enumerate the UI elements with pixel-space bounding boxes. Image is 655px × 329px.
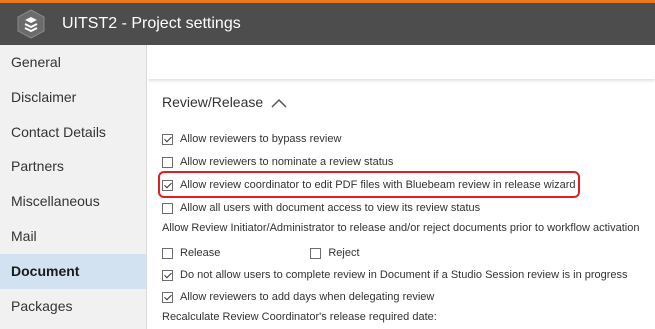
checkbox[interactable] <box>162 269 173 281</box>
option-bypass-review[interactable]: Allow reviewers to bypass review <box>162 133 341 145</box>
option-label: Allow Review Initiator/Administrator to … <box>162 222 640 234</box>
option-label: Allow all users with document access to … <box>180 202 481 214</box>
option-label: Do not allow users to complete review in… <box>180 269 628 281</box>
option-label: Allow reviewers to bypass review <box>180 133 342 145</box>
panel-header-strip <box>148 45 655 79</box>
sidebar-item-partners[interactable]: Partners <box>0 149 146 184</box>
section-header-review-release[interactable]: Review/Release <box>162 94 287 110</box>
checkbox[interactable] <box>162 156 173 168</box>
checkbox[interactable] <box>162 202 173 214</box>
option-release[interactable]: Release <box>162 247 220 259</box>
checkbox[interactable] <box>162 291 173 303</box>
option-view-review-status[interactable]: Allow all users with document access to … <box>162 202 480 214</box>
release-reject-options: Release Reject <box>162 247 404 259</box>
section-title: Review/Release <box>162 94 264 110</box>
option-reject[interactable]: Reject <box>310 247 360 259</box>
window-title: UITST2 - Project settings <box>62 15 241 32</box>
app-logo-icon <box>14 7 48 41</box>
checkbox[interactable] <box>162 247 173 259</box>
sidebar-item-contact-details[interactable]: Contact Details <box>0 115 146 150</box>
chevron-up-icon[interactable] <box>271 96 287 108</box>
sidebar-item-general[interactable]: General <box>0 45 146 80</box>
recalculate-label: Recalculate Review Coordinator's release… <box>162 311 437 323</box>
option-label: Allow reviewers to add days when delegat… <box>180 291 435 303</box>
sidebar-item-mail[interactable]: Mail <box>0 219 146 254</box>
checkbox[interactable] <box>310 247 322 259</box>
highlight-annotation <box>158 171 580 198</box>
release-reject-label: Allow Review Initiator/Administrator to … <box>162 222 639 234</box>
sidebar-item-packages[interactable]: Packages <box>0 289 146 324</box>
option-label: Allow reviewers to nominate a review sta… <box>180 156 394 168</box>
sidebar-item-disclaimer[interactable]: Disclaimer <box>0 80 146 115</box>
sidebar-item-document[interactable]: Document <box>0 253 146 289</box>
sidebar-item-miscellaneous[interactable]: Miscellaneous <box>0 184 146 219</box>
option-label: Recalculate Review Coordinator's release… <box>162 311 437 323</box>
option-add-days-delegating[interactable]: Allow reviewers to add days when delegat… <box>162 291 434 303</box>
option-label: Release <box>180 247 221 259</box>
title-bar: UITST2 - Project settings <box>0 0 655 45</box>
option-label: Reject <box>328 247 360 259</box>
settings-sidebar: General Disclaimer Contact Details Partn… <box>0 45 147 329</box>
option-studio-session[interactable]: Do not allow users to complete review in… <box>162 269 628 281</box>
option-nominate-status[interactable]: Allow reviewers to nominate a review sta… <box>162 156 393 168</box>
checkbox[interactable] <box>162 133 173 145</box>
